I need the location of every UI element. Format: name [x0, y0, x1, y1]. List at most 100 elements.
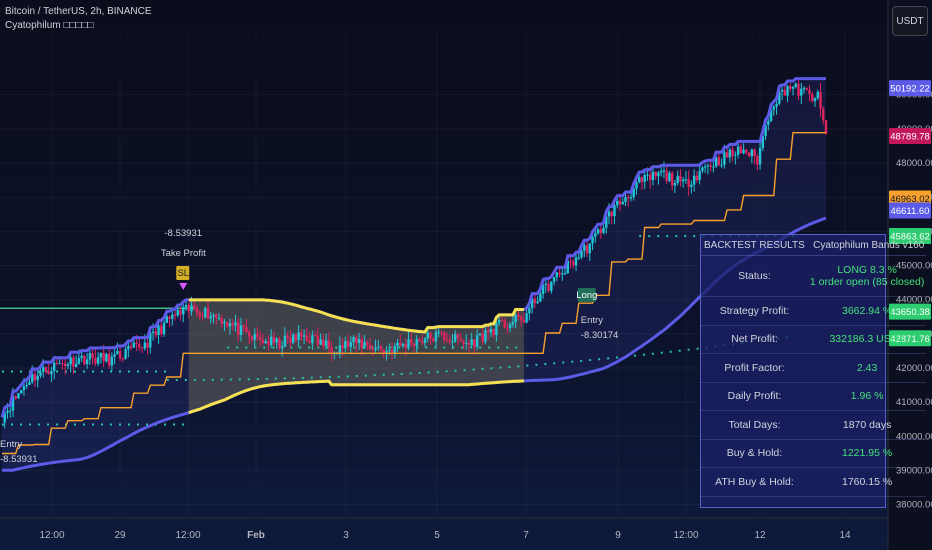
candle-body: [124, 349, 127, 359]
candle-body: [215, 314, 218, 319]
candle-body: [495, 322, 498, 336]
candle-body: [118, 351, 122, 359]
candle-body: [157, 325, 160, 336]
candle-body: [583, 245, 586, 251]
candle-body: [670, 172, 674, 186]
candle-body: [747, 152, 751, 157]
time-tick-label: 7: [523, 530, 529, 541]
candle-body: [563, 273, 567, 275]
candle-body: [399, 342, 402, 346]
candle-body: [676, 175, 679, 183]
candle-body: [437, 331, 440, 333]
candle-body: [481, 333, 484, 342]
candle-body: [63, 363, 67, 367]
candle-body: [129, 346, 133, 348]
candle-body: [22, 386, 26, 391]
candle-body: [201, 316, 204, 318]
time-tick-label: 12:00: [673, 530, 698, 541]
candle-body: [338, 345, 342, 353]
candle-body: [651, 171, 655, 181]
candle-body: [618, 200, 622, 205]
candle-body: [756, 156, 759, 165]
candle-body: [673, 182, 677, 186]
candle-body: [591, 236, 594, 244]
backtest-header: BACKTEST RESULTS Cyatophilum Bands v160: [701, 235, 927, 256]
chart-root: -8.53931 Take Profit SL Long Entry -8.30174 En…: [0, 0, 932, 550]
candle-body: [374, 347, 377, 350]
candle-body: [811, 94, 814, 102]
long-marker-label: Long: [576, 290, 597, 301]
candle-body: [14, 396, 17, 399]
candle-body: [588, 243, 591, 254]
candle-body: [572, 261, 575, 266]
candle-body: [316, 335, 320, 345]
candle-body: [445, 339, 449, 341]
backtest-value: 1870 days: [807, 410, 927, 440]
candle-body: [706, 165, 710, 167]
backtest-label: Daily Profit:: [701, 382, 808, 411]
backtest-label: Net Profit:: [701, 325, 808, 354]
candle-body: [610, 211, 613, 217]
candle-body: [223, 321, 226, 324]
candle-body: [709, 165, 712, 168]
candle-body: [802, 88, 806, 90]
candle-body: [550, 281, 553, 291]
candle-body: [102, 352, 105, 362]
candle-body: [736, 146, 740, 155]
candle-body: [385, 351, 388, 353]
candle-body: [824, 120, 828, 134]
candle-body: [39, 371, 42, 376]
candle-body: [454, 334, 457, 342]
candle-body: [654, 171, 657, 177]
candle-body: [662, 170, 666, 172]
candle-body: [66, 364, 70, 367]
candle-body: [668, 172, 671, 181]
candle-body: [272, 336, 276, 343]
candle-body: [742, 149, 745, 154]
candle-body: [800, 88, 803, 96]
indicator-title[interactable]: Cyatophilum □□□□□: [5, 20, 94, 31]
candle-body: [415, 339, 418, 346]
candle-body: [294, 334, 298, 340]
symbol-title: Bitcoin / TetherUS, 2h, BINANCE: [5, 6, 152, 17]
candle-body: [750, 149, 754, 157]
candle-body: [47, 371, 50, 375]
candle-body: [640, 177, 644, 182]
candle-body: [786, 86, 789, 96]
candle-body: [28, 381, 31, 385]
candle-body: [140, 347, 144, 349]
candle-body: [813, 98, 817, 102]
candle-body: [324, 340, 328, 347]
candle-body: [116, 351, 119, 355]
candle-body: [184, 304, 188, 307]
candle-body: [302, 335, 306, 337]
backtest-value: 2.43: [807, 353, 927, 383]
candle-body: [171, 314, 174, 319]
candle-body: [237, 322, 240, 335]
candle-body: [132, 342, 136, 348]
candle-body: [250, 336, 254, 340]
orders-value: 1 order open (85 closed): [809, 276, 925, 288]
candle-body: [692, 175, 696, 185]
entry-label: Entry: [581, 315, 603, 326]
candle-body: [206, 308, 210, 319]
candle-body: [602, 227, 605, 233]
candle-body: [547, 283, 550, 291]
candle-body: [9, 410, 12, 412]
candle-body: [594, 233, 597, 237]
currency-button[interactable]: USDT: [892, 6, 928, 36]
candle-body: [791, 86, 795, 89]
time-tick-label: 9: [615, 530, 621, 541]
candle-body: [555, 272, 559, 277]
candle-body: [423, 338, 427, 344]
status-value: LONG 8.3 %: [837, 264, 897, 276]
candle-body: [289, 338, 292, 343]
candle-body: [168, 316, 171, 319]
candle-body: [758, 148, 762, 165]
candle-body: [629, 197, 633, 199]
candle-body: [681, 179, 685, 182]
candle-body: [366, 342, 369, 346]
candle-body: [410, 339, 413, 344]
candle-body: [703, 166, 707, 168]
backtest-label: Buy & Hold:: [701, 439, 808, 468]
